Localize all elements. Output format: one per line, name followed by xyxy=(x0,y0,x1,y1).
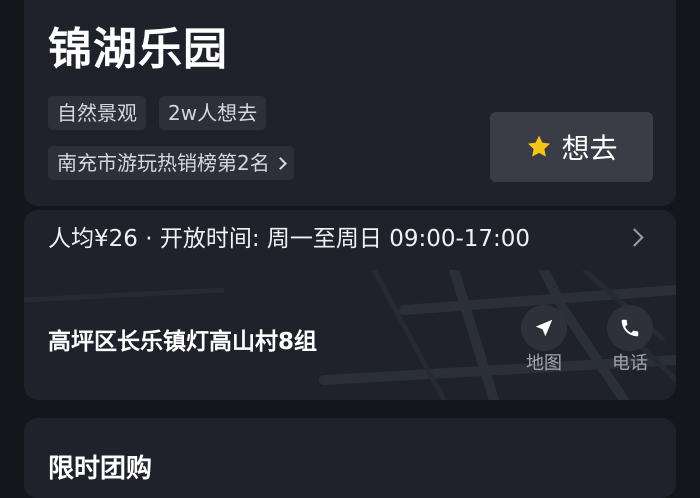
chevron-right-icon xyxy=(273,157,287,170)
want-count-tag: 2w人想去 xyxy=(159,96,267,130)
map-button[interactable] xyxy=(521,305,567,351)
address: 高坪区长乐镇灯高山村8组 xyxy=(48,329,318,355)
page-title: 锦湖乐园 xyxy=(48,24,228,75)
phone-icon xyxy=(621,319,639,337)
price-and-hours[interactable]: 人均¥26 · 开放时间: 周一至周日 09:00-17:00 xyxy=(48,221,530,257)
category-tag: 自然景观 xyxy=(48,96,146,130)
want-to-go-button[interactable]: 想去 xyxy=(490,112,653,182)
ranking-link[interactable]: 南充市游玩热销榜第2名 xyxy=(48,146,294,180)
want-to-go-label: 想去 xyxy=(561,132,618,165)
phone-label: 电话 xyxy=(612,353,648,374)
phone-button[interactable] xyxy=(607,305,653,351)
deals-title: 限时团购 xyxy=(48,454,153,484)
navigation-arrow-icon xyxy=(535,319,553,337)
star-icon xyxy=(528,135,551,157)
ranking-label: 南充市游玩热销榜第2名 xyxy=(57,151,270,175)
map-label: 地图 xyxy=(526,353,562,374)
